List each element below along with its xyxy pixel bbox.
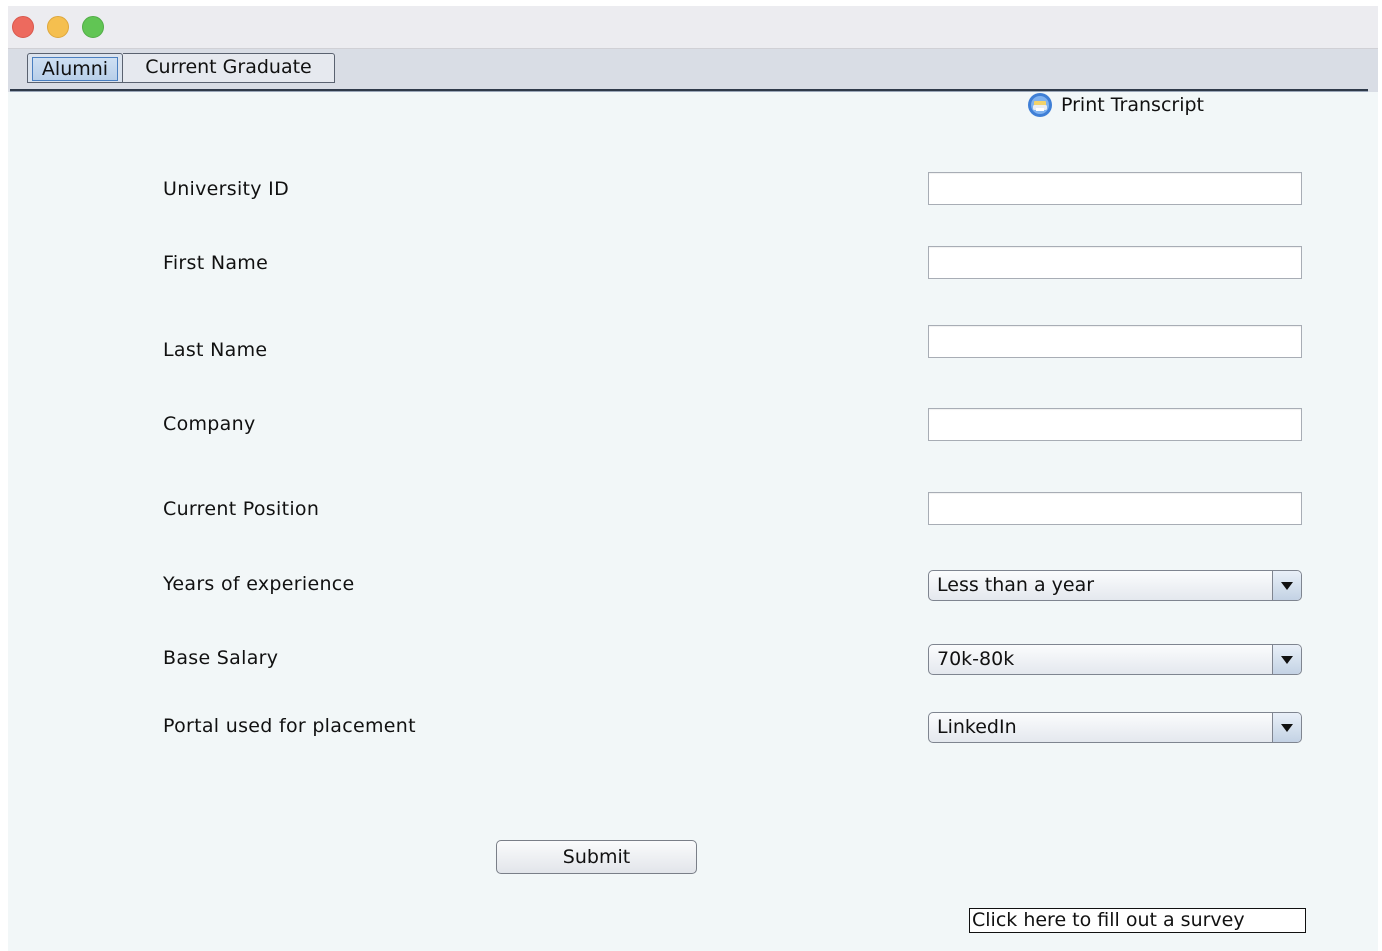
chevron-down-icon[interactable]: [1272, 645, 1301, 674]
minimize-window-button[interactable]: [47, 16, 69, 38]
title-bar: [8, 6, 1378, 49]
years-of-experience-select[interactable]: Less than a year: [928, 570, 1302, 601]
first-name-field[interactable]: [928, 246, 1302, 279]
university-id-label: University ID: [163, 178, 290, 200]
years-of-experience-value: Less than a year: [937, 574, 1095, 596]
last-name-field[interactable]: [928, 325, 1302, 358]
current-position-field[interactable]: [928, 492, 1302, 525]
tab-current-graduate[interactable]: Current Graduate: [123, 53, 335, 83]
tab-bar: Alumni Current Graduate: [8, 49, 1378, 92]
portal-select[interactable]: LinkedIn: [928, 712, 1302, 743]
submit-button[interactable]: Submit: [496, 840, 697, 874]
close-window-button[interactable]: [12, 16, 34, 38]
survey-link[interactable]: Click here to fill out a survey: [969, 908, 1306, 933]
printer-icon: [1027, 92, 1053, 118]
base-salary-label: Base Salary: [163, 647, 279, 669]
base-salary-value: 70k-80k: [937, 648, 1015, 670]
tab-alumni[interactable]: Alumni: [27, 53, 123, 83]
company-label: Company: [163, 413, 256, 435]
university-id-field[interactable]: [928, 172, 1302, 205]
chevron-down-icon[interactable]: [1272, 571, 1301, 600]
years-of-experience-label: Years of experience: [163, 573, 355, 595]
first-name-label: First Name: [163, 252, 269, 274]
current-position-label: Current Position: [163, 498, 320, 520]
chevron-down-icon[interactable]: [1272, 713, 1301, 742]
print-transcript-label: Print Transcript: [1061, 94, 1205, 116]
portal-value: LinkedIn: [937, 716, 1017, 738]
last-name-label: Last Name: [163, 339, 268, 361]
print-transcript-link[interactable]: Print Transcript: [1027, 91, 1204, 119]
portal-label: Portal used for placement: [163, 715, 416, 737]
app-window: Alumni Current Graduate Print Transcript…: [8, 6, 1378, 951]
base-salary-select[interactable]: 70k-80k: [928, 644, 1302, 675]
company-field[interactable]: [928, 408, 1302, 441]
maximize-window-button[interactable]: [82, 16, 104, 38]
tab-alumni-label: Alumni: [32, 57, 118, 81]
